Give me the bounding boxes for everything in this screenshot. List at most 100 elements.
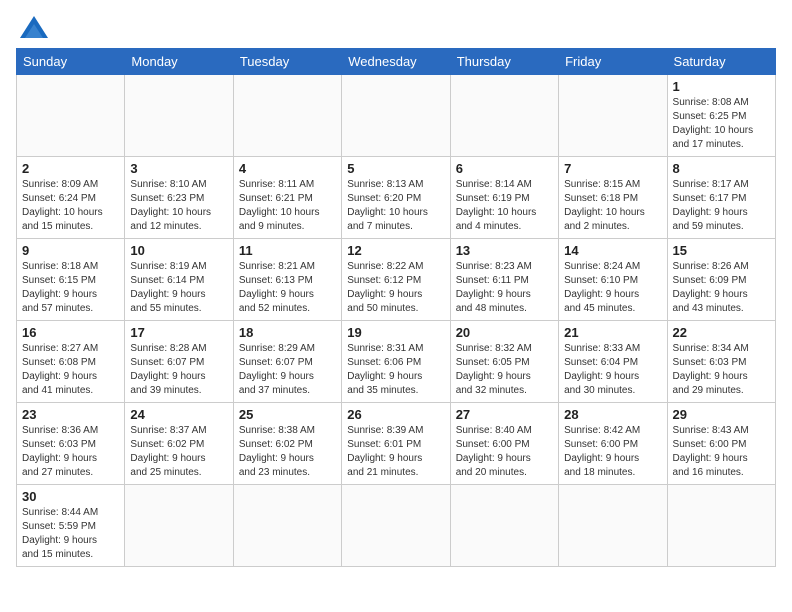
calendar-cell: 4Sunrise: 8:11 AM Sunset: 6:21 PM Daylig… — [233, 157, 341, 239]
calendar-cell — [125, 75, 233, 157]
column-header-wednesday: Wednesday — [342, 49, 450, 75]
calendar-cell: 25 Sunrise: 8:38 AM Sunset: 6:02 PM Dayli… — [233, 403, 341, 485]
calendar-cell: 3 Sunrise: 8:10 AM Sunset: 6:23 PM Daylig… — [125, 157, 233, 239]
day-info: Sunrise: 8:37 AM Sunset: 6:02 PM Dayligh… — [130, 424, 227, 480]
day-number: 21 — [564, 325, 661, 340]
day-number: 1 — [673, 79, 770, 94]
day-info: Sunrise: 8:17 AM Sunset: 6:17 PM Dayligh… — [673, 178, 770, 234]
calendar-cell: 8 Sunrise: 8:17 AM Sunset: 6:17 PM Daylig… — [667, 157, 775, 239]
day-info: Sunrise: 8:09 AM Sunset: 6:24 PM Dayligh… — [22, 178, 119, 234]
calendar-cell: 13Sunrise: 8:23 AM Sunset: 6:11 PM Dayli… — [450, 239, 558, 321]
day-info: Sunrise: 8:33 AM Sunset: 6:04 PM Dayligh… — [564, 342, 661, 398]
logo — [16, 16, 48, 38]
calendar-cell: 29 Sunrise: 8:43 AM Sunset: 6:00 PM Dayli… — [667, 403, 775, 485]
calendar-cell: 1 Sunrise: 8:08 AM Sunset: 6:25 PM Daylig… — [667, 75, 775, 157]
day-info: Sunrise: 8:34 AM Sunset: 6:03 PM Dayligh… — [673, 342, 770, 398]
day-info: Sunrise: 8:22 AM Sunset: 6:12 PM Dayligh… — [347, 260, 444, 316]
calendar-cell: 16Sunrise: 8:27 AM Sunset: 6:08 PM Dayli… — [17, 321, 125, 403]
calendar-week-4: 16Sunrise: 8:27 AM Sunset: 6:08 PM Dayli… — [17, 321, 776, 403]
calendar-cell: 23Sunrise: 8:36 AM Sunset: 6:03 PM Dayli… — [17, 403, 125, 485]
calendar-cell — [342, 75, 450, 157]
calendar-cell: 26Sunrise: 8:39 AM Sunset: 6:01 PM Dayli… — [342, 403, 450, 485]
calendar-cell — [559, 75, 667, 157]
page-header — [16, 16, 776, 38]
calendar-cell — [559, 485, 667, 567]
calendar-cell: 17 Sunrise: 8:28 AM Sunset: 6:07 PM Dayli… — [125, 321, 233, 403]
day-number: 9 — [22, 243, 119, 258]
calendar-cell: 30 Sunrise: 8:44 AM Sunset: 5:59 PM Dayli… — [17, 485, 125, 567]
column-header-monday: Monday — [125, 49, 233, 75]
day-number: 3 — [130, 161, 227, 176]
calendar-cell: 18Sunrise: 8:29 AM Sunset: 6:07 PM Dayli… — [233, 321, 341, 403]
day-number: 20 — [456, 325, 553, 340]
calendar-week-1: 1 Sunrise: 8:08 AM Sunset: 6:25 PM Daylig… — [17, 75, 776, 157]
day-number: 6 — [456, 161, 553, 176]
day-number: 16 — [22, 325, 119, 340]
day-number: 26 — [347, 407, 444, 422]
calendar-cell — [342, 485, 450, 567]
day-info: Sunrise: 8:44 AM Sunset: 5:59 PM Dayligh… — [22, 506, 119, 562]
calendar-cell: 6 Sunrise: 8:14 AM Sunset: 6:19 PM Daylig… — [450, 157, 558, 239]
day-info: Sunrise: 8:21 AM Sunset: 6:13 PM Dayligh… — [239, 260, 336, 316]
calendar-cell: 11 Sunrise: 8:21 AM Sunset: 6:13 PM Dayli… — [233, 239, 341, 321]
column-header-thursday: Thursday — [450, 49, 558, 75]
day-number: 23 — [22, 407, 119, 422]
day-number: 27 — [456, 407, 553, 422]
calendar-week-6: 30 Sunrise: 8:44 AM Sunset: 5:59 PM Dayli… — [17, 485, 776, 567]
day-info: Sunrise: 8:10 AM Sunset: 6:23 PM Dayligh… — [130, 178, 227, 234]
day-info: Sunrise: 8:42 AM Sunset: 6:00 PM Dayligh… — [564, 424, 661, 480]
day-number: 25 — [239, 407, 336, 422]
column-header-saturday: Saturday — [667, 49, 775, 75]
day-info: Sunrise: 8:38 AM Sunset: 6:02 PM Dayligh… — [239, 424, 336, 480]
calendar-week-3: 9 Sunrise: 8:18 AM Sunset: 6:15 PM Daylig… — [17, 239, 776, 321]
day-number: 12 — [347, 243, 444, 258]
calendar-cell: 2Sunrise: 8:09 AM Sunset: 6:24 PM Daylig… — [17, 157, 125, 239]
calendar: SundayMondayTuesdayWednesdayThursdayFrid… — [16, 48, 776, 567]
day-number: 8 — [673, 161, 770, 176]
calendar-cell: 27 Sunrise: 8:40 AM Sunset: 6:00 PM Dayli… — [450, 403, 558, 485]
day-info: Sunrise: 8:43 AM Sunset: 6:00 PM Dayligh… — [673, 424, 770, 480]
day-info: Sunrise: 8:15 AM Sunset: 6:18 PM Dayligh… — [564, 178, 661, 234]
day-number: 5 — [347, 161, 444, 176]
calendar-cell — [17, 75, 125, 157]
day-number: 17 — [130, 325, 227, 340]
calendar-week-2: 2Sunrise: 8:09 AM Sunset: 6:24 PM Daylig… — [17, 157, 776, 239]
day-number: 29 — [673, 407, 770, 422]
calendar-cell: 24 Sunrise: 8:37 AM Sunset: 6:02 PM Dayli… — [125, 403, 233, 485]
calendar-header-row: SundayMondayTuesdayWednesdayThursdayFrid… — [17, 49, 776, 75]
calendar-cell — [450, 75, 558, 157]
day-info: Sunrise: 8:08 AM Sunset: 6:25 PM Dayligh… — [673, 96, 770, 152]
day-info: Sunrise: 8:18 AM Sunset: 6:15 PM Dayligh… — [22, 260, 119, 316]
day-info: Sunrise: 8:28 AM Sunset: 6:07 PM Dayligh… — [130, 342, 227, 398]
column-header-friday: Friday — [559, 49, 667, 75]
day-number: 22 — [673, 325, 770, 340]
day-number: 10 — [130, 243, 227, 258]
day-info: Sunrise: 8:40 AM Sunset: 6:00 PM Dayligh… — [456, 424, 553, 480]
calendar-cell: 28Sunrise: 8:42 AM Sunset: 6:00 PM Dayli… — [559, 403, 667, 485]
day-info: Sunrise: 8:29 AM Sunset: 6:07 PM Dayligh… — [239, 342, 336, 398]
column-header-sunday: Sunday — [17, 49, 125, 75]
calendar-cell — [125, 485, 233, 567]
day-number: 15 — [673, 243, 770, 258]
day-number: 30 — [22, 489, 119, 504]
day-number: 11 — [239, 243, 336, 258]
calendar-cell — [233, 485, 341, 567]
calendar-cell: 7Sunrise: 8:15 AM Sunset: 6:18 PM Daylig… — [559, 157, 667, 239]
day-number: 14 — [564, 243, 661, 258]
day-info: Sunrise: 8:26 AM Sunset: 6:09 PM Dayligh… — [673, 260, 770, 316]
day-info: Sunrise: 8:11 AM Sunset: 6:21 PM Dayligh… — [239, 178, 336, 234]
calendar-week-5: 23Sunrise: 8:36 AM Sunset: 6:03 PM Dayli… — [17, 403, 776, 485]
day-info: Sunrise: 8:24 AM Sunset: 6:10 PM Dayligh… — [564, 260, 661, 316]
column-header-tuesday: Tuesday — [233, 49, 341, 75]
calendar-cell: 5 Sunrise: 8:13 AM Sunset: 6:20 PM Daylig… — [342, 157, 450, 239]
day-number: 13 — [456, 243, 553, 258]
calendar-cell: 10Sunrise: 8:19 AM Sunset: 6:14 PM Dayli… — [125, 239, 233, 321]
day-info: Sunrise: 8:31 AM Sunset: 6:06 PM Dayligh… — [347, 342, 444, 398]
calendar-cell — [667, 485, 775, 567]
day-number: 24 — [130, 407, 227, 422]
calendar-cell — [233, 75, 341, 157]
calendar-cell: 9 Sunrise: 8:18 AM Sunset: 6:15 PM Daylig… — [17, 239, 125, 321]
day-info: Sunrise: 8:13 AM Sunset: 6:20 PM Dayligh… — [347, 178, 444, 234]
calendar-cell: 19Sunrise: 8:31 AM Sunset: 6:06 PM Dayli… — [342, 321, 450, 403]
day-info: Sunrise: 8:14 AM Sunset: 6:19 PM Dayligh… — [456, 178, 553, 234]
